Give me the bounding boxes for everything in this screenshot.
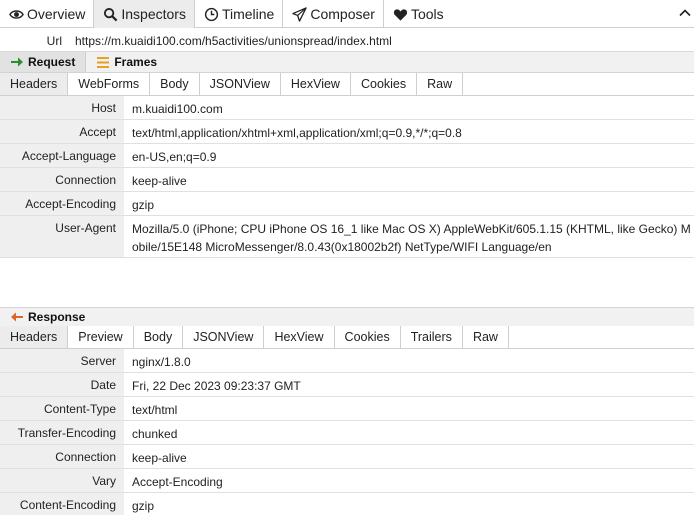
header-value[interactable]: gzip xyxy=(124,492,694,515)
tab-response-hexview[interactable]: HexView xyxy=(264,326,335,348)
heart-icon xyxy=(393,7,408,22)
table-row: User-Agent Mozilla/5.0 (iPhone; CPU iPho… xyxy=(0,216,694,258)
tab-label: Frames xyxy=(114,55,158,69)
chevron-up-icon[interactable] xyxy=(678,6,692,20)
header-value[interactable]: Accept-Encoding xyxy=(124,468,694,492)
header-name: User-Agent xyxy=(0,216,124,257)
tab-request-cookies[interactable]: Cookies xyxy=(351,73,418,95)
table-row: Connection keep-alive xyxy=(0,445,694,469)
header-name: Accept-Language xyxy=(0,144,124,167)
tab-label: Request xyxy=(28,55,76,69)
tab-request-jsonview[interactable]: JSONView xyxy=(200,73,281,95)
header-name: Host xyxy=(0,96,124,119)
tab-label: Overview xyxy=(27,6,86,22)
header-value[interactable]: keep-alive xyxy=(124,167,694,191)
header-name: Date xyxy=(0,373,124,396)
table-row: Accept text/html,application/xhtml+xml,a… xyxy=(0,120,694,144)
tab-response[interactable]: Response xyxy=(0,308,95,326)
tab-request-hexview[interactable]: HexView xyxy=(281,73,351,95)
tab-response-trailers[interactable]: Trailers xyxy=(401,326,463,348)
header-value[interactable]: Fri, 22 Dec 2023 09:23:37 GMT xyxy=(124,372,694,396)
tab-request[interactable]: Request xyxy=(0,52,87,72)
table-row: Host m.kuaidi100.com xyxy=(0,96,694,120)
tab-label: Tools xyxy=(410,6,444,22)
table-row: Content-Type text/html xyxy=(0,397,694,421)
header-name: Content-Type xyxy=(0,397,124,420)
tab-timeline[interactable]: Timeline xyxy=(195,0,284,28)
tab-response-body[interactable]: Body xyxy=(134,326,184,348)
response-section-tabs: Response xyxy=(0,307,694,327)
table-row: Accept-Encoding gzip xyxy=(0,192,694,216)
tab-label: Inspectors xyxy=(121,6,186,22)
header-name: Content-Encoding xyxy=(0,493,124,515)
tab-request-body[interactable]: Body xyxy=(150,73,200,95)
request-section-tabs: Request Frames xyxy=(0,52,694,73)
url-value[interactable]: https://m.kuaidi100.com/h5activities/uni… xyxy=(75,34,392,48)
arrow-left-icon xyxy=(11,312,23,322)
list-icon xyxy=(97,56,110,68)
table-row: Content-Encoding gzip xyxy=(0,493,694,515)
send-icon xyxy=(292,6,308,22)
table-row: Server nginx/1.8.0 xyxy=(0,349,694,373)
header-name: Transfer-Encoding xyxy=(0,421,124,444)
tab-label: Response xyxy=(28,310,86,324)
table-row: Connection keep-alive xyxy=(0,168,694,192)
table-row: Date Fri, 22 Dec 2023 09:23:37 GMT xyxy=(0,373,694,397)
header-value[interactable]: gzip xyxy=(124,191,694,215)
tab-request-raw[interactable]: Raw xyxy=(417,73,464,95)
table-row: Vary Accept-Encoding xyxy=(0,469,694,493)
tab-response-headers[interactable]: Headers xyxy=(0,326,69,348)
request-headers-table: Host m.kuaidi100.com Accept text/html,ap… xyxy=(0,96,694,258)
header-value[interactable]: keep-alive xyxy=(124,444,694,468)
tab-overview[interactable]: Overview xyxy=(0,0,95,28)
header-value[interactable]: nginx/1.8.0 xyxy=(124,348,694,372)
header-name: Connection xyxy=(0,168,124,191)
arrow-right-icon xyxy=(11,57,23,67)
tab-composer[interactable]: Composer xyxy=(283,0,384,28)
header-value[interactable]: m.kuaidi100.com xyxy=(124,95,694,119)
header-name: Server xyxy=(0,349,124,372)
header-name: Accept xyxy=(0,120,124,143)
tab-label: Composer xyxy=(310,6,375,22)
clock-icon xyxy=(204,7,219,22)
eye-icon xyxy=(9,7,24,22)
tab-inspectors[interactable]: Inspectors xyxy=(94,0,195,28)
url-label: Url xyxy=(46,34,62,48)
tab-request-webforms[interactable]: WebForms xyxy=(68,73,151,95)
tab-request-headers[interactable]: Headers xyxy=(0,73,69,95)
header-value[interactable]: chunked xyxy=(124,420,694,444)
tab-response-raw[interactable]: Raw xyxy=(463,326,509,348)
response-headers-table: Server nginx/1.8.0 Date Fri, 22 Dec 2023… xyxy=(0,349,694,515)
header-value[interactable]: text/html,application/xhtml+xml,applicat… xyxy=(124,119,694,143)
url-row: Url https://m.kuaidi100.com/h5activities… xyxy=(0,29,694,52)
header-name: Accept-Encoding xyxy=(0,192,124,215)
tab-response-jsonview[interactable]: JSONView xyxy=(183,326,265,348)
header-value[interactable]: text/html xyxy=(124,396,694,420)
tab-response-cookies[interactable]: Cookies xyxy=(335,326,401,348)
search-icon xyxy=(103,7,118,22)
header-name: Connection xyxy=(0,445,124,468)
response-inspector-tabs: Headers Preview Body JSONView HexView Co… xyxy=(0,326,694,349)
table-row: Accept-Language en-US,en;q=0.9 xyxy=(0,144,694,168)
tab-label: Timeline xyxy=(221,6,275,22)
header-name: Vary xyxy=(0,469,124,492)
tab-frames[interactable]: Frames xyxy=(86,52,167,72)
top-tab-bar: Overview Inspectors Timeline Composer To… xyxy=(0,0,694,28)
request-inspector-tabs: Headers WebForms Body JSONView HexView C… xyxy=(0,73,694,96)
header-value[interactable]: Mozilla/5.0 (iPhone; CPU iPhone OS 16_1 … xyxy=(124,215,694,257)
tab-response-preview[interactable]: Preview xyxy=(68,326,134,348)
table-row: Transfer-Encoding chunked xyxy=(0,421,694,445)
tab-tools[interactable]: Tools xyxy=(384,0,452,28)
header-value[interactable]: en-US,en;q=0.9 xyxy=(124,143,694,167)
